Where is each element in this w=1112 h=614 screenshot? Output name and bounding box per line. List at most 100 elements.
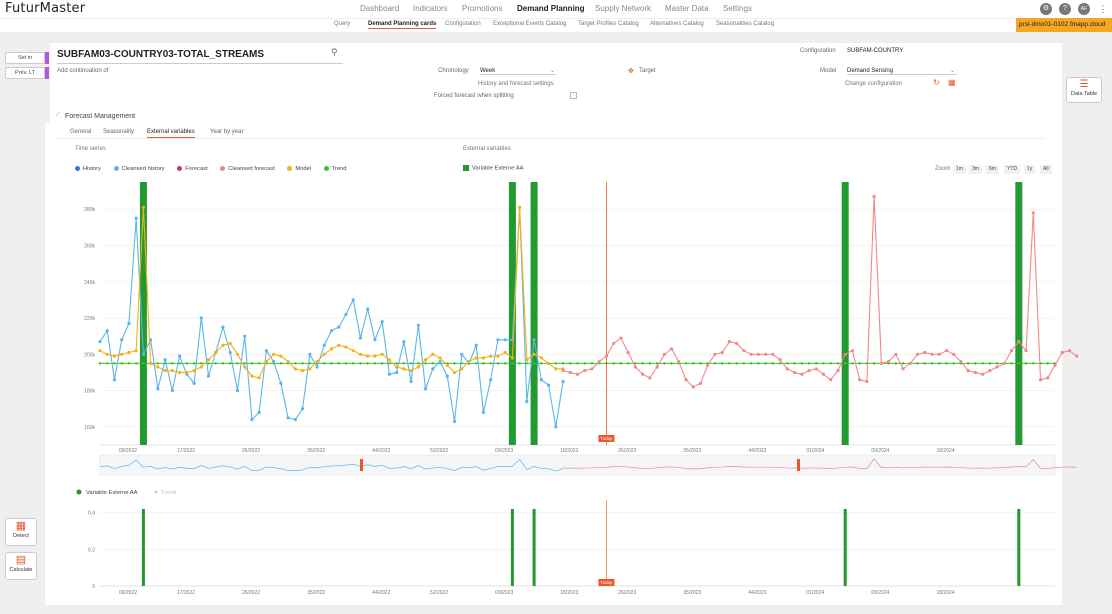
cleansed-forecast-point <box>952 352 956 356</box>
cleansed-forecast-point <box>836 369 840 373</box>
cleansed-forecast-point <box>908 361 912 365</box>
cleansed-history-point <box>344 312 348 317</box>
cleansed-history-point <box>192 381 196 385</box>
cleansed-forecast-point <box>807 369 811 373</box>
x2-tick-label: 09/2022 <box>119 590 137 596</box>
trend-point <box>496 362 500 365</box>
cleansed-history-point <box>112 378 117 382</box>
model-point <box>337 343 341 347</box>
trend-point <box>337 362 340 365</box>
x-tick-label: 35/2023 <box>683 448 701 454</box>
cleansed-history-point <box>489 378 493 382</box>
cleansed-history-point <box>235 388 240 393</box>
cleansed-forecast-point <box>1046 376 1050 380</box>
model-point <box>431 352 435 356</box>
cleansed-history-point <box>474 343 478 347</box>
trend-point <box>489 362 492 365</box>
cleansed-forecast-point <box>894 352 898 356</box>
cleansed-history-point <box>199 316 203 320</box>
trend-point <box>156 362 160 365</box>
cleansed-forecast-point <box>575 372 580 376</box>
trend-point <box>641 362 644 365</box>
x2-tick-label: 26/2023 <box>618 590 636 596</box>
trend-point <box>330 362 333 365</box>
cleansed-forecast-point <box>1024 349 1028 353</box>
model-point <box>546 361 551 365</box>
trend-point <box>395 362 398 365</box>
trend-point <box>981 362 984 365</box>
cleansed-history-point <box>539 378 543 382</box>
cleansed-forecast-point <box>1075 354 1079 358</box>
trend-point <box>192 362 196 365</box>
cleansed-forecast-point <box>865 379 869 384</box>
cleansed-history-point <box>358 336 363 340</box>
cleansed-history-point <box>402 340 406 344</box>
trend-point <box>301 362 304 365</box>
external-variable-bar <box>1015 182 1023 445</box>
cleansed-history-point <box>496 338 500 342</box>
model-point <box>272 352 276 356</box>
today-label: Today <box>600 436 613 441</box>
x-tick-label: 17/2022 <box>177 448 195 454</box>
trend-point <box>692 362 695 365</box>
cleansed-history-point <box>409 379 413 384</box>
model-point <box>315 359 319 364</box>
model-point <box>250 374 254 378</box>
model-point <box>402 367 406 371</box>
model-point <box>423 358 428 362</box>
x2-tick-label: 09/2023 <box>495 590 513 596</box>
x2-tick-label: 09/2024 <box>871 590 889 596</box>
trend-point <box>930 362 934 365</box>
cleansed-forecast-point <box>843 352 847 356</box>
trend-point <box>757 362 760 365</box>
trend-point <box>221 362 225 365</box>
variable-bar <box>510 509 514 586</box>
cleansed-forecast-point <box>655 365 659 369</box>
model-point <box>474 356 478 360</box>
model-point <box>351 349 355 353</box>
cleansed-forecast-point <box>872 194 876 199</box>
cleansed-forecast-point <box>590 367 594 371</box>
cleansed-forecast-point <box>633 365 637 369</box>
x2-tick-label: 52/2022 <box>430 590 448 596</box>
x2-tick-label: 01/2024 <box>806 590 824 596</box>
trend-point <box>945 362 948 365</box>
trend-point <box>699 362 702 365</box>
trend-point <box>648 362 652 365</box>
legend-trend-dot <box>154 490 158 494</box>
cleansed-history-point <box>525 399 529 404</box>
trend-point <box>359 362 362 365</box>
legend-trend-label: Trend <box>161 490 176 496</box>
cleansed-forecast-point <box>973 370 978 375</box>
trend-point <box>713 362 717 365</box>
model-point <box>460 367 464 371</box>
cleansed-forecast-point <box>995 365 999 369</box>
cleansed-forecast-point <box>706 363 710 367</box>
trend-point <box>619 362 623 365</box>
trend-point <box>663 362 666 365</box>
variable-bar <box>141 509 145 586</box>
cleansed-forecast-point <box>1009 349 1014 353</box>
cleansed-forecast-point <box>742 349 746 353</box>
trend-point <box>475 362 478 365</box>
trend-point <box>1024 362 1028 365</box>
model-point <box>235 352 240 356</box>
x-tick-label: 09/2023 <box>495 448 513 454</box>
model-point <box>98 349 102 353</box>
model-point <box>481 356 486 360</box>
model-point <box>366 354 370 358</box>
cleansed-history-point <box>170 388 174 393</box>
cleansed-forecast-point <box>612 341 616 346</box>
model-point <box>206 358 211 362</box>
trend-point <box>974 362 977 365</box>
x2-tick-label: 17/2022 <box>177 590 195 596</box>
trend-point <box>728 362 731 365</box>
trend-point <box>1046 362 1049 365</box>
trend-point <box>742 362 746 365</box>
model-point <box>329 347 334 351</box>
model-point <box>192 369 196 373</box>
model-point <box>438 356 442 360</box>
cleansed-forecast-point <box>583 369 587 373</box>
cleansed-forecast-point <box>901 367 905 371</box>
cleansed-forecast-point <box>829 378 833 382</box>
